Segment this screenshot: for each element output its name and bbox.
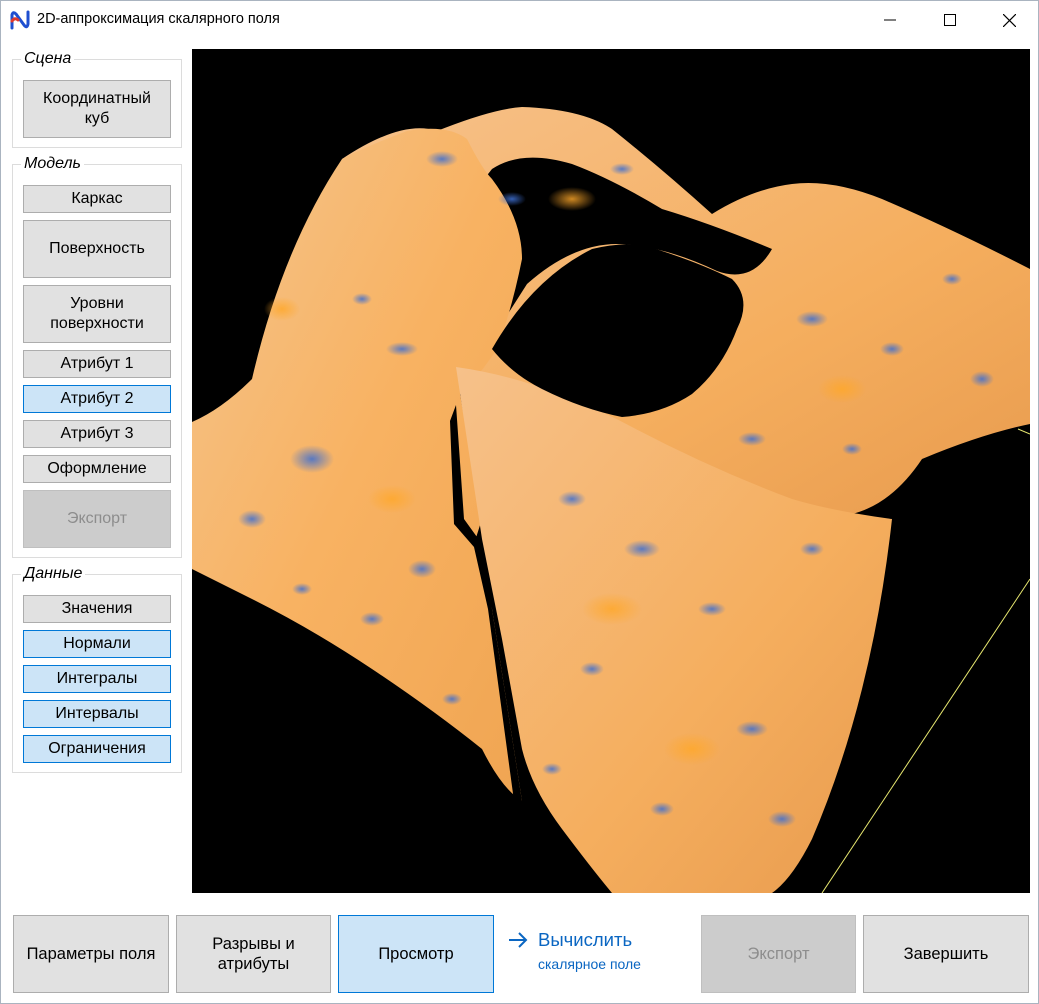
attribute-2-button[interactable]: Атрибут 2	[23, 385, 171, 413]
surface-button[interactable]: Поверхность	[23, 220, 171, 278]
3d-viewport[interactable]	[192, 49, 1030, 893]
finish-button[interactable]: Завершить	[863, 915, 1029, 993]
maximize-icon	[944, 14, 956, 26]
model-export-button[interactable]: Экспорт	[23, 490, 171, 548]
model-legend: Модель	[21, 155, 84, 173]
export-button[interactable]: Экспорт	[701, 915, 856, 993]
styling-button[interactable]: Оформление	[23, 455, 171, 483]
attribute-3-button[interactable]: Атрибут 3	[23, 420, 171, 448]
scene-legend: Сцена	[21, 50, 75, 68]
title-bar: 2D-аппроксимация скалярного поля	[1, 1, 1038, 39]
app-logo-icon	[10, 10, 30, 30]
compute-link[interactable]: Вычислить скалярное поле	[507, 927, 687, 977]
breaks-label-1: Разрывы и	[212, 935, 295, 953]
minimize-icon	[884, 19, 896, 21]
maximize-button[interactable]	[921, 1, 979, 39]
surface-render	[192, 107, 1030, 893]
breaks-label-2: атрибуты	[217, 955, 290, 973]
breaks-attributes-button[interactable]: Разрывы и атрибуты	[176, 915, 331, 993]
compute-title: Вычислить	[538, 929, 633, 950]
coordinate-cube-label-1: Координатный	[43, 90, 151, 107]
intervals-button[interactable]: Интервалы	[23, 700, 171, 728]
coordinate-cube-label-2: куб	[84, 110, 110, 127]
wireframe-button[interactable]: Каркас	[23, 185, 171, 213]
close-icon	[1002, 13, 1016, 27]
constraints-button[interactable]: Ограничения	[23, 735, 171, 763]
field-params-button[interactable]: Параметры поля	[13, 915, 169, 993]
attribute-1-button[interactable]: Атрибут 1	[23, 350, 171, 378]
view-button[interactable]: Просмотр	[338, 915, 494, 993]
surface-levels-button[interactable]: Уровни поверхности	[23, 285, 171, 343]
main-window: 2D-аппроксимация скалярного поля Сцена К…	[0, 0, 1039, 1004]
compute-subtitle: скалярное поле	[538, 956, 641, 972]
values-button[interactable]: Значения	[23, 595, 171, 623]
close-button[interactable]	[980, 1, 1038, 39]
minimize-button[interactable]	[861, 1, 919, 39]
coordinate-cube-button[interactable]: Координатный куб	[23, 80, 171, 138]
surface-levels-label-1: Уровни	[70, 295, 124, 312]
data-legend: Данные	[21, 565, 86, 583]
arrow-right-icon	[509, 932, 528, 948]
surface-levels-label-2: поверхности	[50, 315, 144, 332]
integrals-button[interactable]: Интегралы	[23, 665, 171, 693]
normals-button[interactable]: Нормали	[23, 630, 171, 658]
window-title: 2D-аппроксимация скалярного поля	[37, 11, 280, 27]
